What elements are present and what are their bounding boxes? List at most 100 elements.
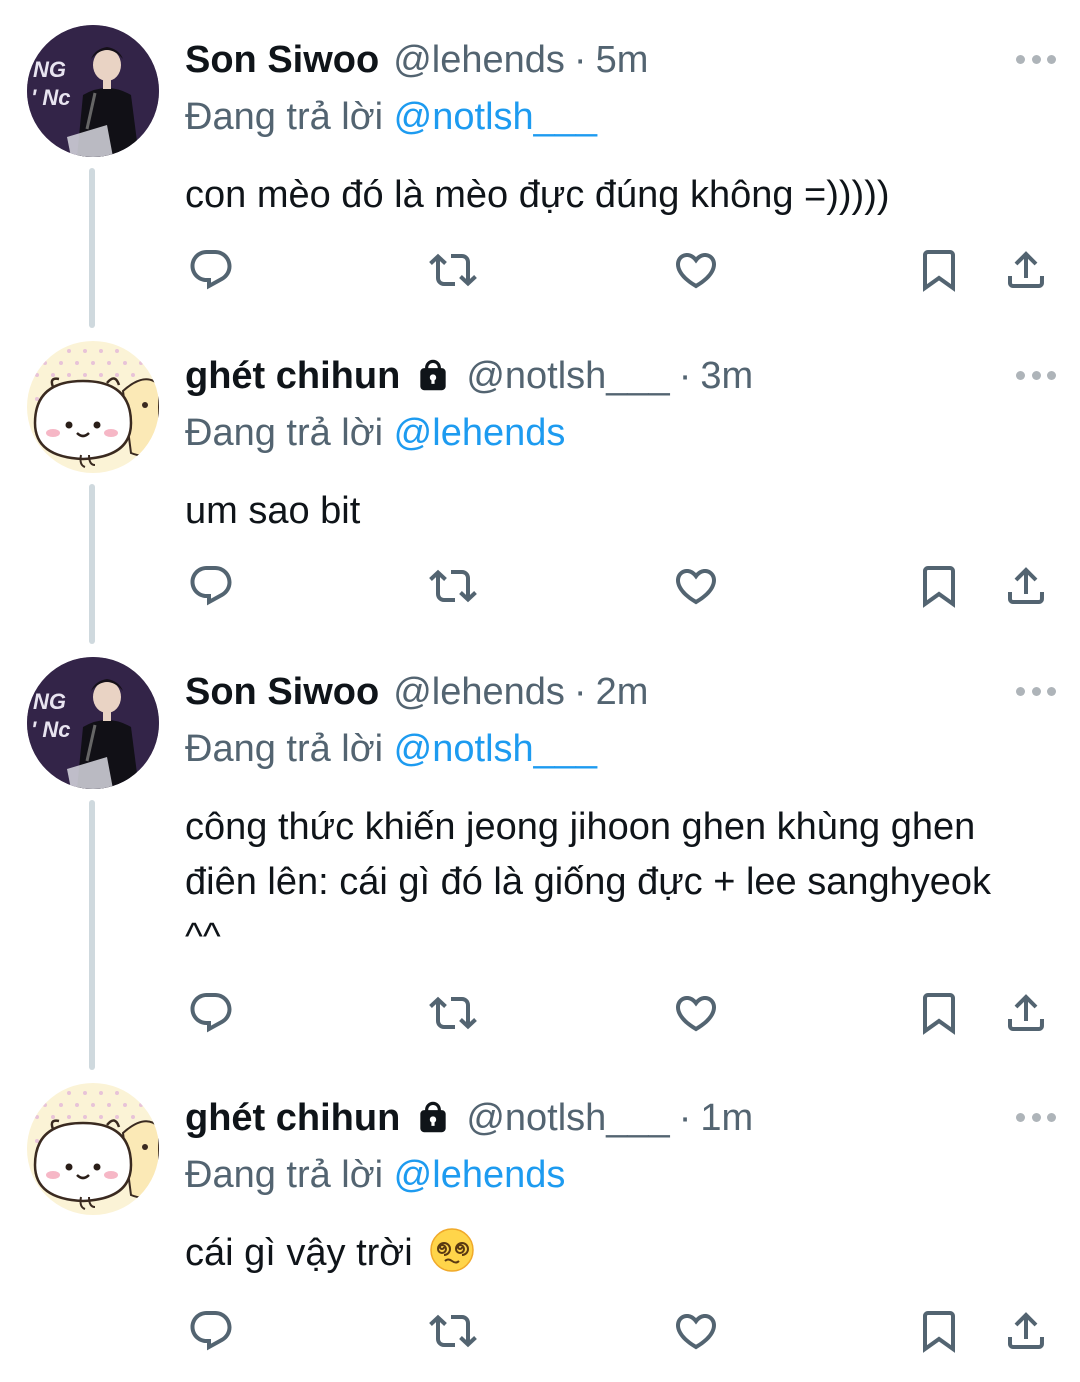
bookmark-icon (915, 562, 963, 610)
reply-button[interactable] (184, 986, 238, 1040)
action-bar (0, 986, 1080, 1046)
share-button[interactable] (999, 1304, 1053, 1358)
bookmark-button[interactable] (912, 559, 966, 613)
bookmark-icon (915, 989, 963, 1037)
tweet-text: công thức khiến jeong jihoon ghen khùng … (185, 806, 992, 958)
mention-link[interactable]: @lehends (394, 412, 566, 454)
bookmark-button[interactable] (912, 243, 966, 297)
reply-icon (187, 989, 235, 1037)
replying-to: Đang trả lời @lehends (185, 1154, 565, 1197)
username[interactable]: @lehends (393, 39, 565, 82)
cartoon-avatar-icon (27, 1083, 159, 1215)
reply-button[interactable] (184, 559, 238, 613)
display-name[interactable]: Son Siwoo (185, 39, 379, 82)
dizzy-face-emoji-icon (429, 1227, 475, 1273)
like-button[interactable] (669, 1304, 723, 1358)
username[interactable]: @lehends (393, 671, 565, 714)
replying-prefix: Đang trả lời (185, 412, 384, 454)
tweet[interactable]: Son Siwoo @lehends · 5m Đang trả lời @no… (0, 0, 1080, 330)
tweet-header: ghét chihun @notlsh___ · 3m (185, 350, 753, 402)
like-icon (672, 989, 720, 1037)
display-name[interactable]: Son Siwoo (185, 671, 379, 714)
share-button[interactable] (999, 243, 1053, 297)
replying-prefix: Đang trả lời (185, 96, 384, 138)
avatar[interactable] (27, 25, 159, 157)
replying-to: Đang trả lời @notlsh___ (185, 96, 597, 139)
tweet-text: con mèo đó là mèo đực đúng không =))))) (185, 174, 890, 216)
tweet-text-content: cái gì vậy trời (185, 1232, 413, 1274)
reply-icon (187, 1307, 235, 1355)
separator: · (678, 354, 692, 397)
tweet-text: um sao bit (185, 490, 361, 532)
like-button[interactable] (669, 986, 723, 1040)
retweet-button[interactable] (426, 1304, 480, 1358)
username[interactable]: @notlsh___ (466, 1097, 669, 1140)
more-icon[interactable] (1016, 684, 1056, 698)
timestamp[interactable]: 1m (700, 1097, 753, 1140)
more-icon[interactable] (1016, 1110, 1056, 1124)
separator: · (573, 670, 587, 713)
more-icon[interactable] (1016, 52, 1056, 66)
retweet-icon (429, 562, 477, 610)
share-button[interactable] (999, 986, 1053, 1040)
mention-link[interactable]: @notlsh___ (394, 728, 597, 770)
action-bar (0, 243, 1080, 303)
like-button[interactable] (669, 559, 723, 613)
tweet-text: cái gì vậy trời (185, 1226, 1045, 1281)
display-name[interactable]: ghét chihun (185, 1097, 400, 1140)
share-icon (1002, 246, 1050, 294)
more-icon[interactable] (1016, 368, 1056, 382)
action-bar (0, 559, 1080, 619)
tweet-header: ghét chihun @notlsh___ · 1m (185, 1092, 753, 1144)
reply-icon (187, 562, 235, 610)
bookmark-button[interactable] (912, 986, 966, 1040)
share-button[interactable] (999, 559, 1053, 613)
bookmark-icon (915, 1307, 963, 1355)
reply-button[interactable] (184, 243, 238, 297)
separator: · (678, 1096, 692, 1139)
retweet-button[interactable] (426, 243, 480, 297)
photo-avatar-icon (27, 657, 159, 789)
separator: · (573, 38, 587, 81)
lock-icon (414, 1098, 452, 1138)
avatar[interactable] (27, 657, 159, 789)
retweet-button[interactable] (426, 986, 480, 1040)
like-icon (672, 246, 720, 294)
tweet-header: Son Siwoo @lehends · 2m (185, 666, 648, 718)
lock-icon (414, 356, 452, 396)
cartoon-avatar-icon (27, 341, 159, 473)
retweet-button[interactable] (426, 559, 480, 613)
replying-prefix: Đang trả lời (185, 728, 384, 770)
replying-prefix: Đang trả lời (185, 1154, 384, 1196)
mention-link[interactable]: @lehends (394, 1154, 566, 1196)
like-button[interactable] (669, 243, 723, 297)
photo-avatar-icon (27, 25, 159, 157)
like-icon (672, 1307, 720, 1355)
timestamp[interactable]: 5m (596, 39, 649, 82)
avatar[interactable] (27, 341, 159, 473)
timestamp[interactable]: 2m (596, 671, 649, 714)
share-icon (1002, 562, 1050, 610)
reply-button[interactable] (184, 1304, 238, 1358)
bookmark-button[interactable] (912, 1304, 966, 1358)
timestamp[interactable]: 3m (700, 355, 753, 398)
replying-to: Đang trả lời @lehends (185, 412, 565, 455)
share-icon (1002, 1307, 1050, 1355)
like-icon (672, 562, 720, 610)
retweet-icon (429, 1307, 477, 1355)
tweet[interactable]: ghét chihun @notlsh___ · 3m Đang trả lời… (0, 316, 1080, 646)
bookmark-icon (915, 246, 963, 294)
reply-icon (187, 246, 235, 294)
share-icon (1002, 989, 1050, 1037)
tweet-header: Son Siwoo @lehends · 5m (185, 34, 648, 86)
display-name[interactable]: ghét chihun (185, 355, 400, 398)
mention-link[interactable]: @notlsh___ (394, 96, 597, 138)
avatar[interactable] (27, 1083, 159, 1215)
replying-to: Đang trả lời @notlsh___ (185, 728, 597, 771)
retweet-icon (429, 246, 477, 294)
action-bar (0, 1304, 1080, 1364)
tweet[interactable]: ghét chihun @notlsh___ · 1m Đang trả lời… (0, 1058, 1080, 1382)
tweet[interactable]: Son Siwoo @lehends · 2m Đang trả lời @no… (0, 632, 1080, 1072)
username[interactable]: @notlsh___ (466, 355, 669, 398)
retweet-icon (429, 989, 477, 1037)
